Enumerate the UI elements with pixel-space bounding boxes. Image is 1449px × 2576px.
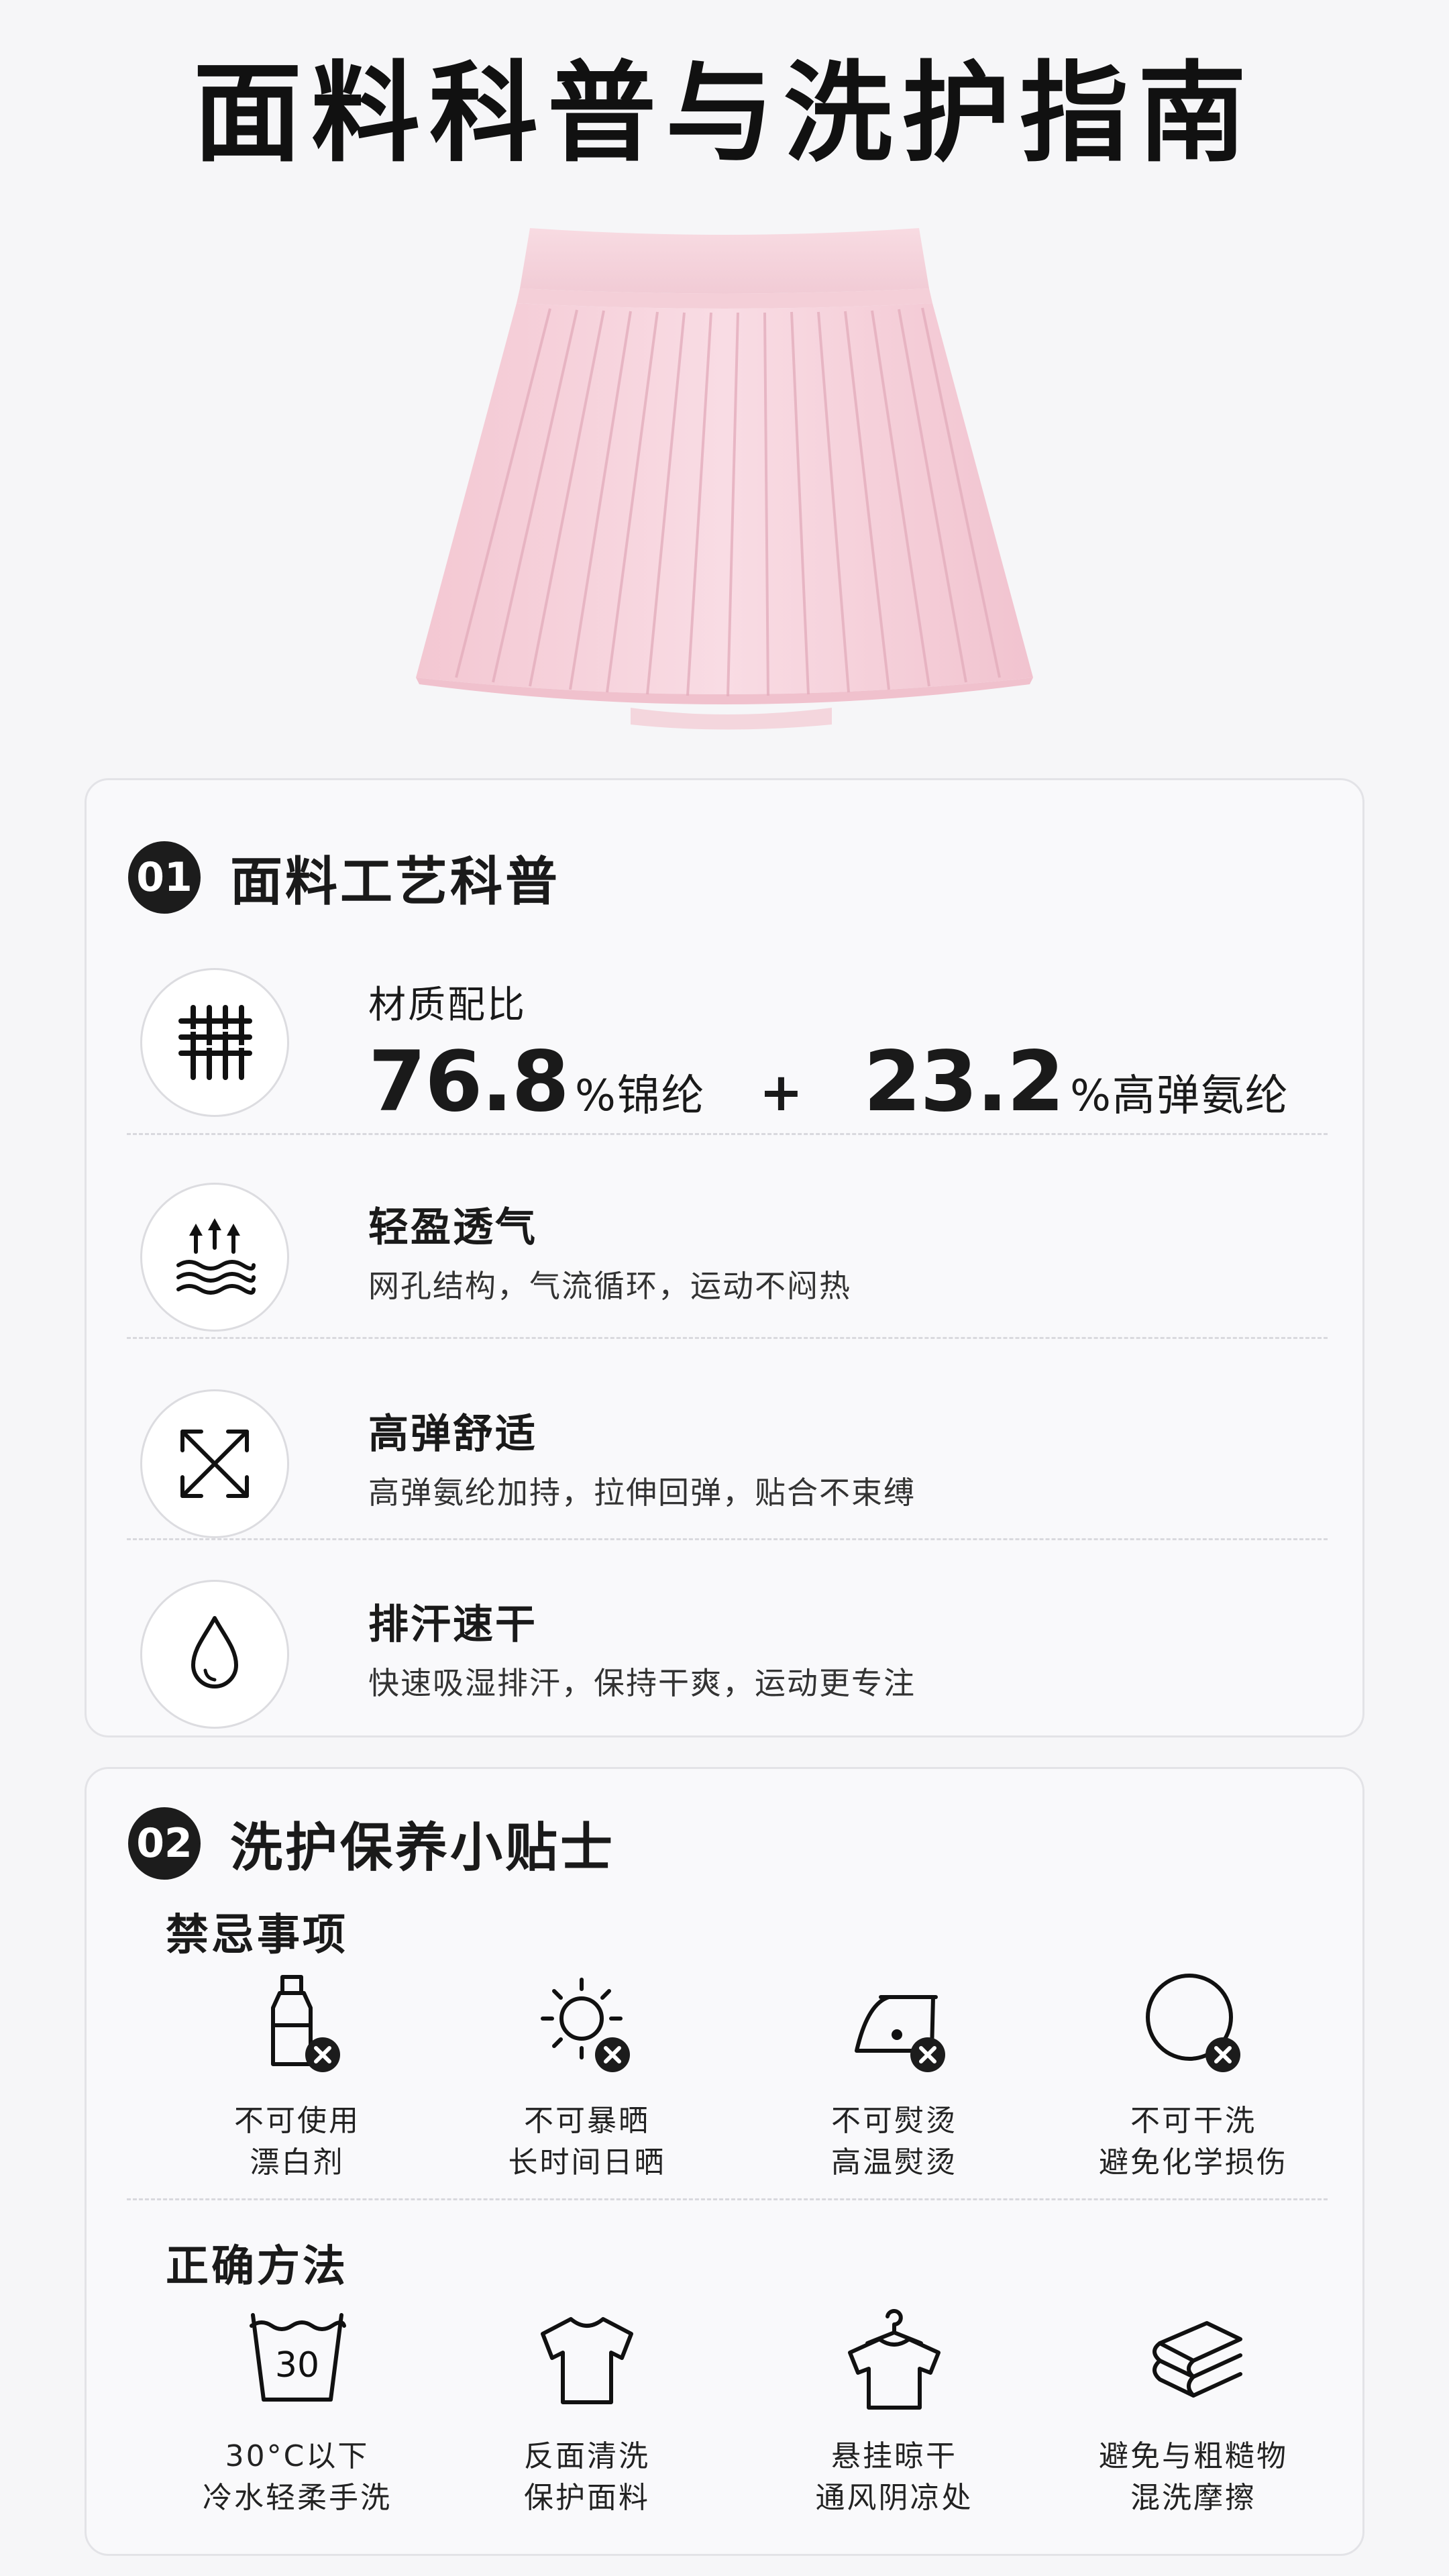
care-label-line2: 通风阴凉处: [815, 2481, 973, 2515]
section-header: 01 面料工艺科普: [128, 841, 560, 914]
spandex-percentage: 23.2: [863, 1034, 1065, 1130]
breathable-icon-circle: [140, 1183, 289, 1332]
tshirt-icon: [541, 2317, 633, 2404]
fabric-weave-icon-circle: [140, 968, 289, 1117]
care-label-line1: 不可暴晒: [524, 2104, 650, 2138]
composition-row: 材质配比 76.8 %锦纶 + 23.2 %高弹氨纶: [140, 948, 1321, 1149]
care-label-line1: 不可熨烫: [831, 2104, 957, 2138]
folded-towels-icon: [1152, 2321, 1242, 2398]
fabric-weave-icon: [178, 1005, 252, 1080]
section-header: 02 洗护保养小贴士: [128, 1807, 615, 1880]
nylon-unit: %锦纶: [574, 1071, 706, 1121]
care-label-line1: 悬挂晾干: [831, 2439, 957, 2473]
water-drop-icon: [191, 1616, 238, 1688]
water-drop-icon-circle: [140, 1580, 289, 1729]
care-item-wash-separately: 避免与粗糙物 混洗摩擦: [1046, 2306, 1341, 2520]
care-label-line2: 避免化学损伤: [1099, 2145, 1288, 2180]
no-sun-icon: [541, 1978, 630, 2072]
plus-sign: +: [759, 1063, 804, 1123]
no-bleach-icon: [271, 1975, 340, 2072]
stretch-arrows-icon: [180, 1430, 249, 1498]
care-label-line1: 避免与粗糙物: [1099, 2439, 1288, 2473]
care-item-no-dry-clean: 不可干洗 避免化学损伤: [1046, 1970, 1341, 2185]
breathable-icon: [176, 1218, 256, 1295]
care-item-hand-wash: 30 30°C以下 冷水轻柔手洗: [150, 2306, 445, 2520]
taboo-heading: 禁忌事项: [166, 1911, 348, 1960]
care-label-line1: 不可使用: [234, 2104, 360, 2138]
feature-title: 排汗速干: [368, 1601, 537, 1648]
care-label-line1: 30°C以下: [225, 2439, 370, 2473]
care-label-line2: 长时间日晒: [508, 2145, 666, 2180]
divider: [127, 1133, 1328, 1135]
care-label-line1: 不可干洗: [1130, 2104, 1256, 2138]
section-title: 洗护保养小贴士: [230, 1818, 616, 1878]
stretch-icon-circle: [140, 1389, 289, 1538]
spandex-unit: %高弹氨纶: [1070, 1071, 1289, 1121]
section-title: 面料工艺科普: [230, 852, 561, 912]
care-tips-card: 02 洗护保养小贴士 禁忌事项 不可使用 漂白剂 不可暴晒 长时间日晒 不可熨烫…: [85, 1767, 1364, 2556]
composition-label: 材质配比: [368, 983, 527, 1027]
divider: [127, 2198, 1328, 2200]
feature-title: 轻盈透气: [368, 1204, 537, 1251]
care-label-line2: 冷水轻柔手洗: [203, 2481, 392, 2515]
feature-description: 网孔结构，气流循环，运动不闷热: [368, 1268, 851, 1304]
care-label-line2: 高温熨烫: [831, 2145, 957, 2180]
wash-temperature: 30: [275, 2345, 319, 2385]
divider: [127, 1337, 1328, 1339]
section-number-badge: 02: [128, 1807, 201, 1880]
hand-wash-30-icon: 30: [250, 2313, 346, 2402]
care-item-hang-dry: 悬挂晾干 通风阴凉处: [747, 2306, 1042, 2520]
care-label-line1: 反面清洗: [524, 2439, 650, 2473]
care-item-no-bleach: 不可使用 漂白剂: [150, 1970, 445, 2185]
feature-row: 排汗速干 快速吸湿排汗，保持干爽，运动更专注: [140, 1560, 1321, 1761]
nylon-percentage: 76.8: [368, 1034, 570, 1130]
feature-description: 快速吸湿排汗，保持干爽，运动更专注: [368, 1665, 916, 1701]
care-item-inside-out: 反面清洗 保护面料: [439, 2306, 735, 2520]
feature-description: 高弹氨纶加持，拉伸回弹，贴合不束缚: [368, 1474, 916, 1511]
care-label-line2: 保护面料: [524, 2481, 650, 2515]
feature-title: 高弹舒适: [368, 1411, 537, 1458]
pink-pleated-skirt-image: [416, 228, 1033, 730]
care-label-line2: 漂白剂: [250, 2145, 345, 2180]
composition-values: 76.8 %锦纶 + 23.2 %高弹氨纶: [368, 1034, 1289, 1130]
feature-row: 高弹舒适 高弹氨纶加持，拉伸回弹，贴合不束缚: [140, 1369, 1321, 1570]
no-iron-icon: [855, 1995, 945, 2072]
feature-row: 轻盈透气 网孔结构，气流循环，运动不闷热: [140, 1163, 1321, 1364]
page-title: 面料科普与洗护指南: [193, 51, 1256, 177]
method-heading: 正确方法: [166, 2242, 348, 2292]
care-label-line2: 混洗摩擦: [1130, 2481, 1256, 2515]
fabric-info-card: 01 面料工艺科普 材质配比 76.8 %锦纶 + 23.2 %高弹氨纶 轻盈透…: [85, 778, 1364, 1737]
hanger-shirt-icon: [848, 2309, 941, 2410]
divider: [127, 1538, 1328, 1540]
care-item-no-sun: 不可暴晒 长时间日晒: [439, 1970, 735, 2185]
section-number-badge: 01: [128, 841, 201, 914]
care-item-no-iron: 不可熨烫 高温熨烫: [747, 1970, 1042, 2185]
no-dry-clean-icon: [1146, 1974, 1240, 2072]
